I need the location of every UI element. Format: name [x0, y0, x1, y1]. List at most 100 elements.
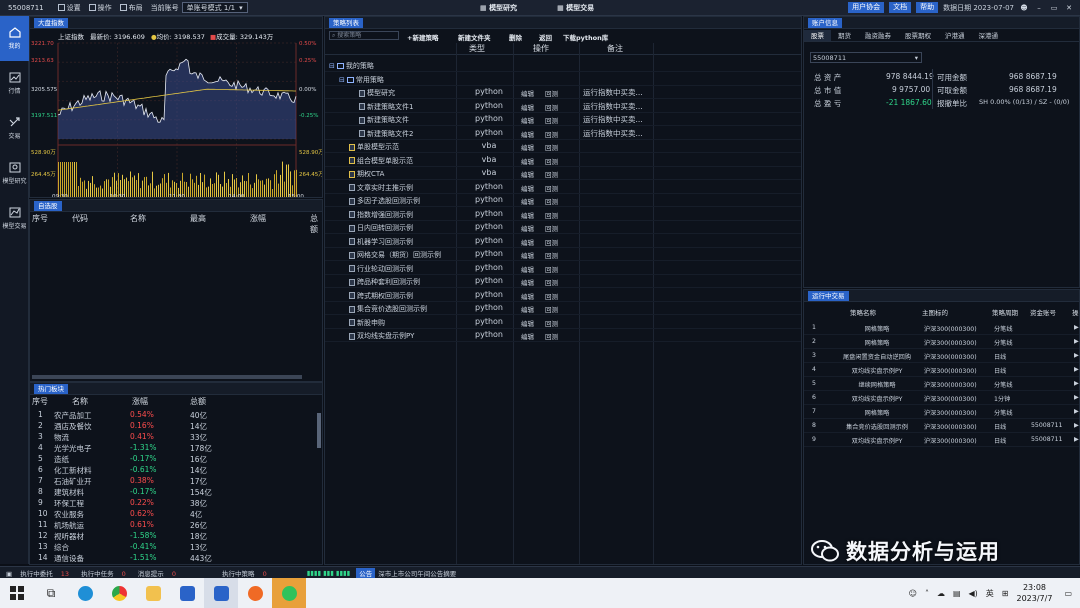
- strategy-name[interactable]: 跨品种套利回测示例: [349, 277, 420, 287]
- running-trade-row[interactable]: 9 双均线实盘示例PY 沪深300(000300) 日线 55008711 ▶: [804, 433, 1079, 447]
- edit-link[interactable]: 编辑: [521, 250, 534, 260]
- hot-sector-row[interactable]: 14 通信设备 -1.51% 443亿: [30, 553, 310, 564]
- help-button[interactable]: 帮助: [916, 2, 939, 13]
- tab-watchlist[interactable]: 自选股: [34, 201, 62, 211]
- strategy-name[interactable]: 新建策略文件: [359, 115, 409, 125]
- strategy-row[interactable]: 机器学习回测示例 python 编辑 回测: [325, 235, 801, 248]
- col-amount[interactable]: 总额: [310, 213, 322, 235]
- strategy-search-input[interactable]: ⌕ 搜索策略: [329, 31, 399, 40]
- taskbar-edge[interactable]: [68, 578, 102, 608]
- strategy-name[interactable]: 机器学习回测示例: [349, 237, 413, 247]
- subtab-hk-sh[interactable]: 沪港通: [938, 30, 972, 41]
- strategy-row[interactable]: 新股申购 python 编辑 回测: [325, 316, 801, 329]
- edit-link[interactable]: 编辑: [521, 169, 534, 179]
- col-period[interactable]: 策略周期: [992, 307, 1018, 317]
- horizontal-scrollbar[interactable]: [32, 375, 302, 379]
- tray-chevron-up-icon[interactable]: ˄: [925, 589, 929, 598]
- hot-sector-row[interactable]: 1 农产品加工 0.54% 40亿: [30, 410, 310, 421]
- run-action-icon[interactable]: ▶: [1074, 352, 1079, 359]
- backtest-link[interactable]: 回测: [545, 318, 558, 328]
- layout-menu[interactable]: 布局: [119, 3, 143, 13]
- hot-sector-row[interactable]: 7 石油矿业开 0.38% 17亿: [30, 476, 310, 487]
- strategy-name[interactable]: 组合模型单股示范: [349, 156, 413, 166]
- subtab-futures[interactable]: 期货: [831, 30, 858, 41]
- strategy-row[interactable]: 模型研究 python 编辑 回测 运行指数中买卖...: [325, 86, 801, 99]
- run-action-icon[interactable]: ▶: [1074, 408, 1079, 415]
- col-seq[interactable]: 序号: [32, 213, 48, 224]
- edit-link[interactable]: 编辑: [521, 223, 534, 233]
- backtest-link[interactable]: 回测: [545, 223, 558, 233]
- taskbar-firefox[interactable]: [238, 578, 272, 608]
- strategy-row[interactable]: ⊟ 我的策略: [325, 59, 801, 72]
- strategy-name[interactable]: 文章实时主推示例: [349, 183, 413, 193]
- tray-volume-icon[interactable]: ◀): [969, 589, 978, 598]
- operate-menu[interactable]: 操作: [88, 3, 112, 13]
- subtab-hk-sz[interactable]: 深港通: [972, 30, 1006, 41]
- col-main-symbol[interactable]: 主图标的: [922, 307, 948, 317]
- subtab-stock[interactable]: 股票: [804, 30, 831, 41]
- strategy-row[interactable]: 新建策略文件 python 编辑 回测 运行指数中买卖...: [325, 113, 801, 126]
- tab-model-trade[interactable]: ▦ 模型交易: [557, 3, 594, 13]
- strategy-row[interactable]: 跨式期权回测示例 python 编辑 回测: [325, 289, 801, 302]
- running-trade-row[interactable]: 6 双均线实盘示例PY 沪深300(000300) 1分钟 ▶: [804, 391, 1079, 405]
- backtest-link[interactable]: 回测: [545, 115, 558, 125]
- col-amount[interactable]: 总额: [190, 396, 206, 407]
- run-action-icon[interactable]: ▶: [1074, 422, 1079, 429]
- running-trade-row[interactable]: 1 网格策略 沪深300(000300) 分笔线 ▶: [804, 321, 1079, 335]
- strategy-row[interactable]: 期权CTA vba 编辑 回测: [325, 167, 801, 180]
- tab-hot-sectors[interactable]: 热门板块: [34, 384, 68, 394]
- backtest-link[interactable]: 回测: [545, 156, 558, 166]
- tray-input-icon[interactable]: ⊞: [1002, 589, 1009, 598]
- col-change[interactable]: 涨幅: [250, 213, 266, 224]
- tab-model-research[interactable]: ▦ 模型研究: [480, 3, 517, 13]
- task-view-button[interactable]: ⧉: [34, 578, 68, 608]
- start-button[interactable]: [0, 578, 34, 608]
- backtest-link[interactable]: 回测: [545, 264, 558, 274]
- col-strategy-name[interactable]: 策略名称: [850, 307, 876, 317]
- strategy-name[interactable]: 多因子选股回测示例: [349, 196, 420, 206]
- col-change[interactable]: 涨幅: [132, 396, 148, 407]
- edit-link[interactable]: 编辑: [521, 264, 534, 274]
- strategy-name[interactable]: 指数增强回测示例: [349, 210, 413, 220]
- edit-link[interactable]: 编辑: [521, 142, 534, 152]
- running-trade-row[interactable]: 2 网格策略 沪深300(000300) 分笔线 ▶: [804, 335, 1079, 349]
- edit-link[interactable]: 编辑: [521, 156, 534, 166]
- backtest-link[interactable]: 回测: [545, 196, 558, 206]
- strategy-row[interactable]: 日内回转回测示例 python 编辑 回测: [325, 221, 801, 234]
- vertical-scrollbar[interactable]: [317, 413, 321, 448]
- col-code[interactable]: 代码: [72, 213, 88, 224]
- col-ops[interactable]: 操作: [533, 43, 549, 54]
- ime-indicator[interactable]: 英: [986, 588, 994, 599]
- backtest-link[interactable]: 回测: [545, 331, 558, 341]
- strategy-name[interactable]: 新建策略文件2: [359, 129, 413, 139]
- backtest-link[interactable]: 回测: [545, 102, 558, 112]
- run-action-icon[interactable]: ▶: [1074, 366, 1079, 373]
- strategy-name[interactable]: 单股模型示范: [349, 142, 399, 152]
- edit-link[interactable]: 编辑: [521, 88, 534, 98]
- backtest-link[interactable]: 回测: [545, 183, 558, 193]
- strategy-row[interactable]: 新建策略文件2 python 编辑 回测 运行指数中买卖...: [325, 127, 801, 140]
- strategy-name[interactable]: 期权CTA: [349, 169, 384, 179]
- status-tasks[interactable]: 执行中任务 0: [75, 568, 126, 578]
- strategy-name[interactable]: 行业轮动回测示例: [349, 264, 413, 274]
- settings-menu[interactable]: 设置: [57, 3, 81, 13]
- strategy-row[interactable]: 单股模型示范 vba 编辑 回测: [325, 140, 801, 153]
- hot-sector-row[interactable]: 9 环保工程 0.22% 38亿: [30, 498, 310, 509]
- run-action-icon[interactable]: ▶: [1074, 380, 1079, 387]
- edit-link[interactable]: 编辑: [521, 210, 534, 220]
- strategy-name[interactable]: ⊟ 我的策略: [329, 61, 374, 71]
- edit-link[interactable]: 编辑: [521, 304, 534, 314]
- nav-trade[interactable]: 交易: [0, 106, 29, 151]
- backtest-link[interactable]: 回测: [545, 169, 558, 179]
- hot-sector-row[interactable]: 2 酒店及餐饮 0.16% 14亿: [30, 421, 310, 432]
- status-messages[interactable]: 消息提示 0: [132, 568, 176, 578]
- backtest-link[interactable]: 回测: [545, 304, 558, 314]
- hot-sector-row[interactable]: 13 综合 -0.41% 13亿: [30, 542, 310, 553]
- hot-sector-row[interactable]: 4 光学光电子 -1.31% 178亿: [30, 443, 310, 454]
- col-seq[interactable]: 序号: [32, 396, 48, 407]
- notification-icon[interactable]: ▭: [1064, 589, 1072, 598]
- strategy-row[interactable]: 多因子选股回测示例 python 编辑 回测: [325, 194, 801, 207]
- edit-link[interactable]: 编辑: [521, 115, 534, 125]
- hot-sector-row[interactable]: 11 机场航运 0.61% 26亿: [30, 520, 310, 531]
- backtest-link[interactable]: 回测: [545, 88, 558, 98]
